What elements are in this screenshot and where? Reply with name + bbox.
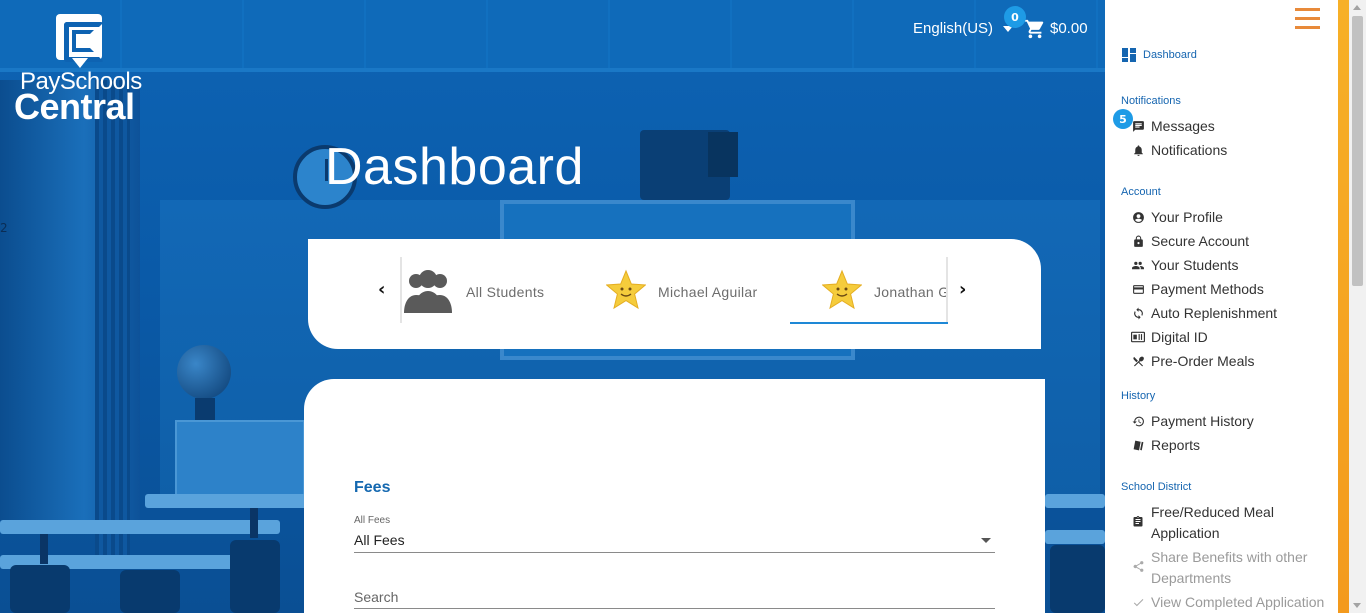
cart-icon[interactable] — [1024, 18, 1046, 40]
cart-total[interactable]: $0.00 — [1050, 20, 1088, 37]
carousel-next-arrow-icon[interactable]: › — [959, 281, 973, 299]
sidebar-section-notifications: Notifications — [1121, 95, 1181, 107]
student-tab-all[interactable]: All Students — [402, 257, 544, 327]
refresh-icon — [1131, 306, 1145, 320]
history-icon — [1131, 414, 1145, 428]
sidebar-item-label: Secure Account — [1151, 233, 1250, 249]
payschools-logo[interactable]: PaySchools Central — [14, 14, 144, 127]
sidebar-item-messages[interactable]: Messages — [1131, 116, 1336, 137]
clipboard-icon — [1131, 514, 1145, 528]
page-title: Dashboard — [325, 138, 584, 196]
sidebar-item-label: Pre-Order Meals — [1151, 353, 1255, 369]
language-label: English(US) — [913, 20, 994, 37]
reports-icon — [1131, 438, 1145, 452]
sidebar-item-auto-replenishment[interactable]: Auto Replenishment — [1131, 303, 1336, 324]
fees-filter-select[interactable]: All Fees — [354, 529, 995, 553]
student-carousel: ‹ All Students Michael Aguilar Jonathan … — [308, 239, 1041, 349]
utensils-icon — [1131, 354, 1145, 368]
carousel-prev-arrow-icon[interactable]: ‹ — [378, 281, 392, 299]
share-icon — [1131, 559, 1145, 573]
fees-filter-label: All Fees — [354, 515, 391, 526]
dropdown-arrow-icon — [981, 538, 991, 543]
sidebar-item-pre-order-meals[interactable]: Pre-Order Meals — [1131, 351, 1336, 372]
students-icon — [1131, 258, 1145, 272]
scroll-up-arrow-icon[interactable] — [1353, 5, 1361, 10]
sidebar-item-your-profile[interactable]: Your Profile — [1131, 207, 1336, 228]
sidebar-item-label: Share Benefits with other Departments — [1151, 549, 1308, 586]
card-icon — [1131, 282, 1145, 296]
sidebar-menu: Dashboard Notifications 5 Messages Notif… — [1105, 0, 1338, 613]
sidebar-item-label: Auto Replenishment — [1151, 305, 1278, 321]
cart-count-badge: 0 — [1004, 6, 1026, 28]
lock-icon — [1131, 234, 1145, 248]
sidebar-item-label: Messages — [1151, 118, 1215, 134]
sidebar-item-label: Notifications — [1151, 142, 1228, 158]
active-student-indicator — [790, 322, 948, 324]
sidebar-section-history: History — [1121, 390, 1156, 402]
student-tab-michael[interactable]: Michael Aguilar — [606, 257, 757, 327]
sidebar-item-label: Digital ID — [1151, 329, 1208, 345]
profile-icon — [1131, 210, 1145, 224]
sidebar-accent-strip — [1338, 0, 1349, 613]
scroll-down-arrow-icon[interactable] — [1353, 603, 1361, 608]
check-icon — [1131, 595, 1145, 609]
sidebar-item-notifications[interactable]: Notifications — [1131, 140, 1336, 161]
logo-mark-icon — [56, 14, 104, 62]
student-name: Michael Aguilar — [658, 284, 758, 300]
stray-text: 2 — [0, 221, 8, 235]
bell-icon — [1131, 143, 1145, 157]
hamburger-menu-icon[interactable] — [1295, 8, 1320, 29]
sidebar-item-label: Your Students — [1151, 257, 1239, 273]
sidebar-item-reports[interactable]: Reports — [1131, 435, 1336, 456]
fees-card: Fees All Fees All Fees — [304, 379, 1045, 613]
messages-count-badge: 5 — [1113, 109, 1133, 129]
sidebar-item-label: View Completed Application — [1151, 594, 1325, 610]
group-icon — [404, 270, 452, 313]
sidebar-item-label: Payment History — [1151, 413, 1254, 429]
sidebar-item-label: Free/Reduced Meal Application — [1151, 504, 1274, 541]
language-selector[interactable]: English(US) — [913, 20, 1014, 37]
globe-image — [177, 345, 231, 399]
id-card-icon — [1131, 330, 1145, 344]
scrollbar-thumb[interactable] — [1352, 16, 1363, 286]
star-avatar-icon — [606, 269, 646, 310]
sidebar-item-label: Payment Methods — [1151, 281, 1264, 297]
student-name: Jonathan Gonzalez — [874, 284, 948, 300]
page-scrollbar[interactable] — [1349, 0, 1366, 613]
sidebar-item-digital-id[interactable]: Digital ID — [1131, 327, 1336, 348]
sidebar-item-label: Reports — [1151, 437, 1201, 453]
sidebar-section-school-district: School District — [1121, 481, 1192, 493]
fees-search-input[interactable] — [354, 585, 995, 609]
sidebar-item-free-reduced-meal[interactable]: Free/Reduced Meal Application — [1131, 502, 1336, 544]
sidebar-item-payment-history[interactable]: Payment History — [1131, 411, 1336, 432]
message-icon — [1131, 119, 1145, 133]
sidebar-item-dashboard[interactable]: Dashboard — [1121, 47, 1197, 63]
sidebar-item-share-benefits[interactable]: Share Benefits with other Departments — [1131, 547, 1336, 589]
student-track: All Students Michael Aguilar Jonathan Go… — [400, 257, 948, 327]
fees-filter-value: All Fees — [354, 532, 405, 548]
sidebar-item-label: Your Profile — [1151, 209, 1223, 225]
dashboard-icon — [1122, 48, 1136, 62]
student-name: All Students — [466, 284, 545, 300]
logo-text-bottom: Central — [14, 86, 135, 127]
star-avatar-icon — [822, 269, 862, 310]
fees-heading: Fees — [354, 479, 391, 496]
sidebar-item-secure-account[interactable]: Secure Account — [1131, 231, 1336, 252]
student-tab-jonathan[interactable]: Jonathan Gonzalez — [822, 257, 948, 327]
sidebar-item-view-completed-application[interactable]: View Completed Application — [1131, 592, 1336, 613]
sidebar-item-label: Dashboard — [1143, 49, 1197, 61]
sidebar-item-your-students[interactable]: Your Students — [1131, 255, 1336, 276]
sidebar-item-payment-methods[interactable]: Payment Methods — [1131, 279, 1336, 300]
sidebar-section-account: Account — [1121, 186, 1161, 198]
